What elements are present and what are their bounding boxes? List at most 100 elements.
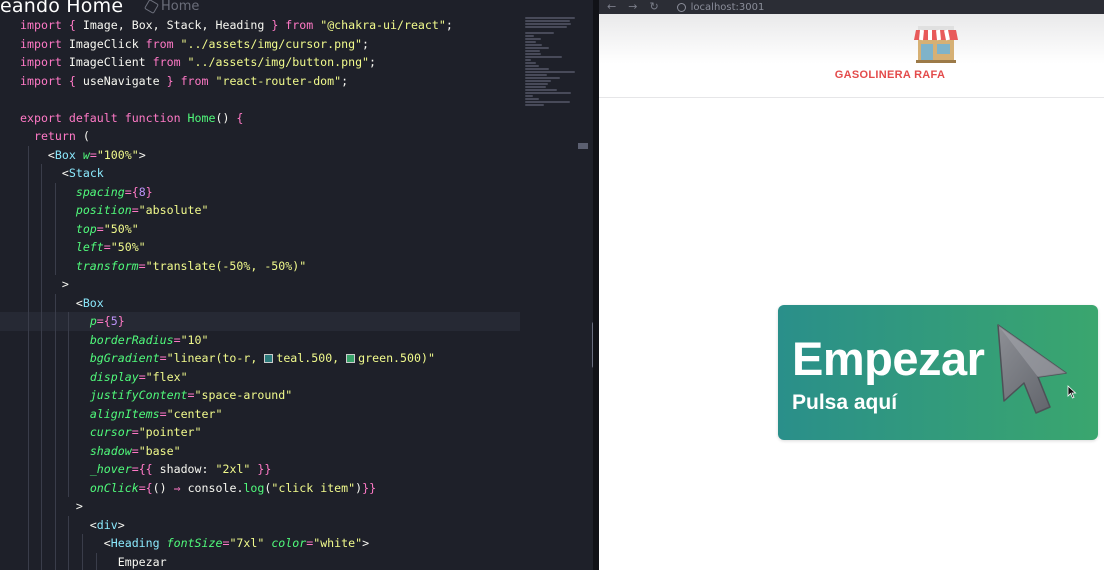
indent-guide bbox=[68, 552, 70, 570]
component-icon bbox=[143, 0, 160, 14]
code-line[interactable]: display="flex" bbox=[0, 367, 520, 386]
minimap-line bbox=[525, 20, 570, 22]
indent-guide bbox=[54, 497, 56, 516]
code-line[interactable]: alignItems="center" bbox=[0, 404, 520, 423]
code-line[interactable]: bgGradient="linear(to-r, teal.500, green… bbox=[0, 349, 520, 368]
indent-guide bbox=[27, 460, 29, 479]
indent-guide bbox=[41, 330, 43, 349]
code-token: = bbox=[89, 147, 97, 162]
code-token: Heading bbox=[110, 536, 160, 550]
code-token: = bbox=[103, 240, 111, 254]
code-line[interactable]: import ImageClick from "../assets/img/cu… bbox=[0, 35, 520, 54]
code-token: 5 bbox=[110, 314, 118, 328]
code-line[interactable]: import { Image, Box, Stack, Heading } fr… bbox=[0, 16, 520, 35]
code-token: return bbox=[33, 129, 76, 143]
code-token: cursor bbox=[89, 425, 132, 439]
code-line[interactable]: <Box w="100%"> bbox=[0, 145, 520, 164]
code-token: "../assets/img/cursor.png" bbox=[173, 36, 363, 51]
code-token: "flex" bbox=[145, 369, 188, 384]
code-area[interactable]: import { Image, Box, Stack, Heading } fr… bbox=[0, 16, 520, 570]
code-token: } bbox=[369, 480, 377, 495]
indent-guide bbox=[68, 386, 70, 405]
code-token: { bbox=[103, 314, 111, 328]
site-header: GASOLINERA RAFA bbox=[599, 14, 1104, 98]
code-line[interactable]: <Heading fontSize="7xl" color="white"> bbox=[0, 534, 520, 553]
minimap-line bbox=[525, 86, 546, 88]
indent-guide bbox=[27, 219, 29, 238]
minimap-line bbox=[525, 71, 575, 73]
code-line[interactable]: spacing={8} bbox=[0, 182, 520, 201]
indent-guide bbox=[27, 515, 29, 534]
minimap[interactable] bbox=[525, 16, 577, 106]
start-button-card[interactable]: Empezar Pulsa aquí bbox=[778, 305, 1098, 440]
code-token: { bbox=[68, 73, 76, 88]
minimap-line bbox=[525, 44, 543, 46]
code-line[interactable]: _hover={{ shadow: "2xl" }} bbox=[0, 460, 520, 479]
code-line[interactable]: p={5} bbox=[0, 312, 520, 331]
indent-guide bbox=[41, 460, 43, 479]
code-line[interactable]: > bbox=[0, 275, 520, 294]
back-button[interactable]: ← bbox=[607, 1, 616, 12]
editor-tab-home[interactable]: Home bbox=[143, 0, 199, 14]
code-line[interactable]: import ImageClient from "../assets/img/b… bbox=[0, 53, 520, 72]
code-line[interactable]: export default function Home() { bbox=[0, 109, 520, 128]
indent-guide bbox=[41, 423, 43, 442]
code-line[interactable] bbox=[0, 90, 520, 109]
code-line[interactable]: left="50%" bbox=[0, 238, 520, 257]
code-token: _hover bbox=[89, 462, 132, 476]
code-line[interactable]: top="50%" bbox=[0, 219, 520, 238]
code-token: Empezar bbox=[117, 554, 167, 569]
code-line[interactable]: position="absolute" bbox=[0, 201, 520, 220]
code-token: transform bbox=[75, 258, 139, 273]
color-swatch[interactable] bbox=[346, 354, 356, 363]
code-line[interactable]: justifyContent="space-around" bbox=[0, 386, 520, 405]
code-line[interactable]: Empezar bbox=[0, 552, 520, 570]
color-swatch[interactable] bbox=[264, 354, 274, 363]
code-line[interactable]: borderRadius="10" bbox=[0, 330, 520, 349]
code-token: justifyContent bbox=[89, 388, 188, 402]
code-line[interactable]: <Box bbox=[0, 293, 520, 312]
indent-guide bbox=[41, 238, 43, 257]
code-line[interactable]: import { useNavigate } from "react-route… bbox=[0, 72, 520, 91]
site-title: GASOLINERA RAFA bbox=[834, 69, 946, 81]
code-token: borderRadius bbox=[89, 332, 174, 347]
forward-button[interactable]: → bbox=[628, 1, 637, 12]
code-token: "pointer" bbox=[138, 425, 202, 439]
indent-guide bbox=[27, 145, 29, 164]
browser-toolbar: ← → ↻ localhost:3001 bbox=[599, 0, 1104, 14]
minimap-line bbox=[525, 95, 534, 97]
code-token: = bbox=[173, 332, 181, 347]
code-line[interactable]: shadow="base" bbox=[0, 441, 520, 460]
indent-guide bbox=[68, 367, 70, 386]
indent-guide bbox=[82, 534, 83, 553]
code-token: ⇒ bbox=[173, 480, 181, 495]
code-line[interactable]: return ( bbox=[0, 127, 520, 146]
code-token: } bbox=[166, 73, 174, 88]
code-token: () bbox=[152, 480, 174, 495]
indent-guide bbox=[54, 534, 56, 553]
indent-guide bbox=[82, 552, 83, 570]
code-token: import bbox=[20, 18, 62, 32]
code-line[interactable]: <div> bbox=[0, 515, 520, 534]
code-line[interactable]: cursor="pointer" bbox=[0, 423, 520, 442]
address-bar[interactable]: localhost:3001 bbox=[676, 2, 764, 13]
indent-guide bbox=[41, 534, 43, 553]
code-line[interactable]: transform="translate(-50%, -50%)" bbox=[0, 256, 520, 275]
code-line[interactable]: > bbox=[0, 497, 520, 516]
start-title: Empezar bbox=[792, 332, 985, 385]
indent-guide bbox=[41, 478, 43, 497]
code-token: top bbox=[75, 221, 97, 236]
code-editor[interactable]: eando Home Home import { Image, Box, Sta… bbox=[0, 0, 593, 570]
start-subtitle: Pulsa aquí bbox=[792, 391, 898, 414]
cursor-illustration-icon bbox=[997, 324, 1067, 414]
code-token: shadow bbox=[152, 462, 202, 476]
reload-button[interactable]: ↻ bbox=[649, 1, 658, 12]
code-line[interactable]: onClick={() ⇒ console.log("click item")}… bbox=[0, 478, 520, 497]
indent-guide bbox=[41, 164, 43, 183]
indent-guide bbox=[68, 441, 70, 460]
indent-guide bbox=[41, 552, 43, 570]
code-line[interactable]: <Stack bbox=[0, 164, 520, 183]
store-icon bbox=[914, 26, 958, 63]
